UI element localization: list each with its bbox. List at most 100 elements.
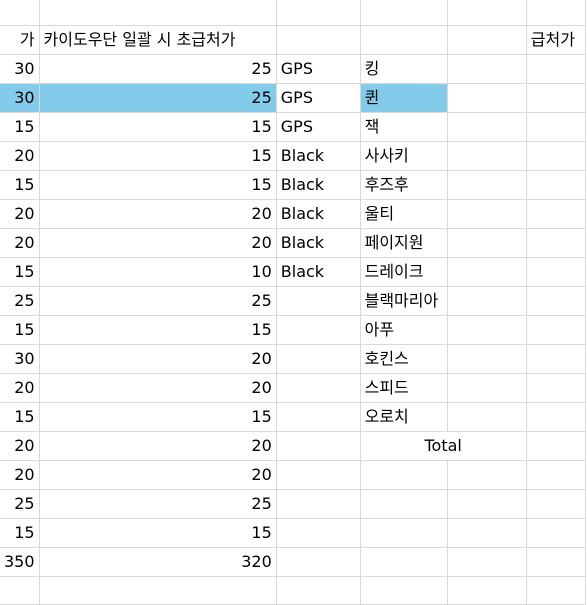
cell-col-b[interactable]: 15 (38, 518, 277, 548)
cell-col-a[interactable]: 30 (0, 344, 40, 374)
cell-col-d[interactable] (359, 547, 448, 577)
cell-col-f[interactable] (525, 402, 587, 432)
cell-col-d[interactable]: 사사키 (359, 141, 448, 171)
cell-col-d[interactable]: 아푸 (359, 315, 448, 345)
cell[interactable] (0, 0, 40, 26)
cell[interactable] (359, 0, 448, 26)
cell-col-b[interactable]: 320 (38, 547, 277, 577)
cell-col-e[interactable] (446, 112, 527, 142)
cell-col-b[interactable]: 20 (38, 228, 277, 258)
cell-col-f[interactable] (525, 315, 587, 345)
cell-col-e[interactable] (446, 257, 527, 287)
cell-col-b[interactable]: 25 (38, 83, 277, 113)
cell-col-a[interactable]: 25 (0, 286, 40, 316)
cell-col-d[interactable]: 후즈후 (359, 170, 448, 200)
cell-col-a[interactable]: 20 (0, 373, 40, 403)
cell-col-c[interactable] (275, 344, 361, 374)
cell-col-a[interactable]: 15 (0, 170, 40, 200)
cell-col-c[interactable]: GPS (275, 112, 361, 142)
cell-col-a[interactable]: 15 (0, 257, 40, 287)
cell-col-a[interactable]: 30 (0, 54, 40, 84)
cell-col-c[interactable] (275, 402, 361, 432)
cell-col-b[interactable]: 20 (38, 373, 277, 403)
cell-col-f[interactable] (525, 257, 587, 287)
cell[interactable] (275, 0, 361, 26)
cell-col-a[interactable]: 350 (0, 547, 40, 577)
cell-col-b[interactable]: 15 (38, 315, 277, 345)
header-cell-f[interactable]: 급처가 (525, 25, 587, 55)
cell-col-a[interactable]: 30 (0, 83, 40, 113)
cell-col-c[interactable]: Black (275, 141, 361, 171)
cell[interactable] (359, 25, 448, 55)
cell[interactable] (446, 25, 527, 55)
cell-col-a[interactable]: 20 (0, 460, 40, 490)
cell-col-e[interactable] (446, 141, 527, 171)
cell-col-c[interactable] (275, 460, 361, 490)
cell-col-b[interactable]: 15 (38, 170, 277, 200)
cell-col-d[interactable]: 드레이크 (359, 257, 448, 287)
cell-col-c[interactable] (275, 286, 361, 316)
cell-col-c[interactable] (275, 547, 361, 577)
cell-col-e[interactable] (446, 460, 527, 490)
cell-col-d[interactable]: 잭 (359, 112, 448, 142)
cell-col-e[interactable] (446, 228, 527, 258)
cell-col-f[interactable] (525, 228, 587, 258)
cell-col-a[interactable]: 15 (0, 518, 40, 548)
cell-col-c[interactable]: Black (275, 228, 361, 258)
cell-col-d[interactable]: 호킨스 (359, 344, 448, 374)
cell-col-c[interactable] (275, 576, 361, 605)
cell-col-f[interactable] (525, 576, 587, 605)
cell-col-d[interactable] (359, 518, 448, 548)
cell-col-f[interactable] (525, 373, 587, 403)
cell-col-d[interactable] (359, 576, 448, 605)
cell-col-a[interactable]: 15 (0, 112, 40, 142)
cell-col-d[interactable]: 블랙마리아 (359, 286, 448, 316)
cell-col-c[interactable] (275, 489, 361, 519)
cell-col-f[interactable] (525, 460, 587, 490)
cell-col-e[interactable] (446, 83, 527, 113)
cell-col-a[interactable]: 25 (0, 489, 40, 519)
cell-col-f[interactable] (525, 199, 587, 229)
cell-col-d[interactable] (359, 460, 448, 490)
cell-col-c[interactable]: Black (275, 199, 361, 229)
cell-col-c[interactable]: GPS (275, 54, 361, 84)
cell-col-c[interactable]: Black (275, 170, 361, 200)
cell-col-b[interactable]: 15 (38, 112, 277, 142)
cell-col-a[interactable]: 20 (0, 228, 40, 258)
cell-col-a[interactable]: 20 (0, 141, 40, 171)
cell-col-e[interactable] (446, 576, 527, 605)
cell-col-f[interactable] (525, 489, 587, 519)
cell-col-f[interactable] (525, 431, 587, 461)
cell-col-f[interactable] (525, 54, 587, 84)
cell[interactable] (446, 0, 527, 26)
cell-col-f[interactable] (525, 547, 587, 577)
cell-col-f[interactable] (525, 141, 587, 171)
cell-col-d[interactable]: 킹 (359, 54, 448, 84)
cell-col-b[interactable]: 20 (38, 199, 277, 229)
header-cell-kaido-price[interactable]: 카이도우단 일괄 시 초급처가 (38, 25, 277, 55)
cell-col-d[interactable]: 퀸 (359, 83, 448, 113)
cell-col-b[interactable]: 20 (38, 460, 277, 490)
cell-col-c[interactable] (275, 431, 361, 461)
header-cell-a[interactable]: 가 (0, 25, 40, 55)
cell-col-b[interactable]: 15 (38, 141, 277, 171)
cell-col-b[interactable]: 10 (38, 257, 277, 287)
cell[interactable] (525, 0, 587, 26)
cell-col-e[interactable] (446, 344, 527, 374)
cell-col-b[interactable]: 20 (38, 344, 277, 374)
cell-col-d[interactable]: 울티 (359, 199, 448, 229)
cell-col-c[interactable]: Black (275, 257, 361, 287)
cell-col-f[interactable] (525, 518, 587, 548)
cell-col-f[interactable] (525, 286, 587, 316)
cell-col-a[interactable] (0, 576, 40, 605)
cell-col-c[interactable]: GPS (275, 83, 361, 113)
cell-col-b[interactable]: 20 (38, 431, 277, 461)
cell-col-b[interactable]: 15 (38, 402, 277, 432)
cell-col-b[interactable] (38, 576, 277, 605)
cell-col-d[interactable]: 오로치 (359, 402, 448, 432)
cell[interactable] (38, 0, 277, 26)
cell-col-d[interactable] (359, 489, 448, 519)
total-label[interactable]: Total (359, 431, 527, 461)
cell-col-e[interactable] (446, 373, 527, 403)
cell-col-c[interactable] (275, 518, 361, 548)
